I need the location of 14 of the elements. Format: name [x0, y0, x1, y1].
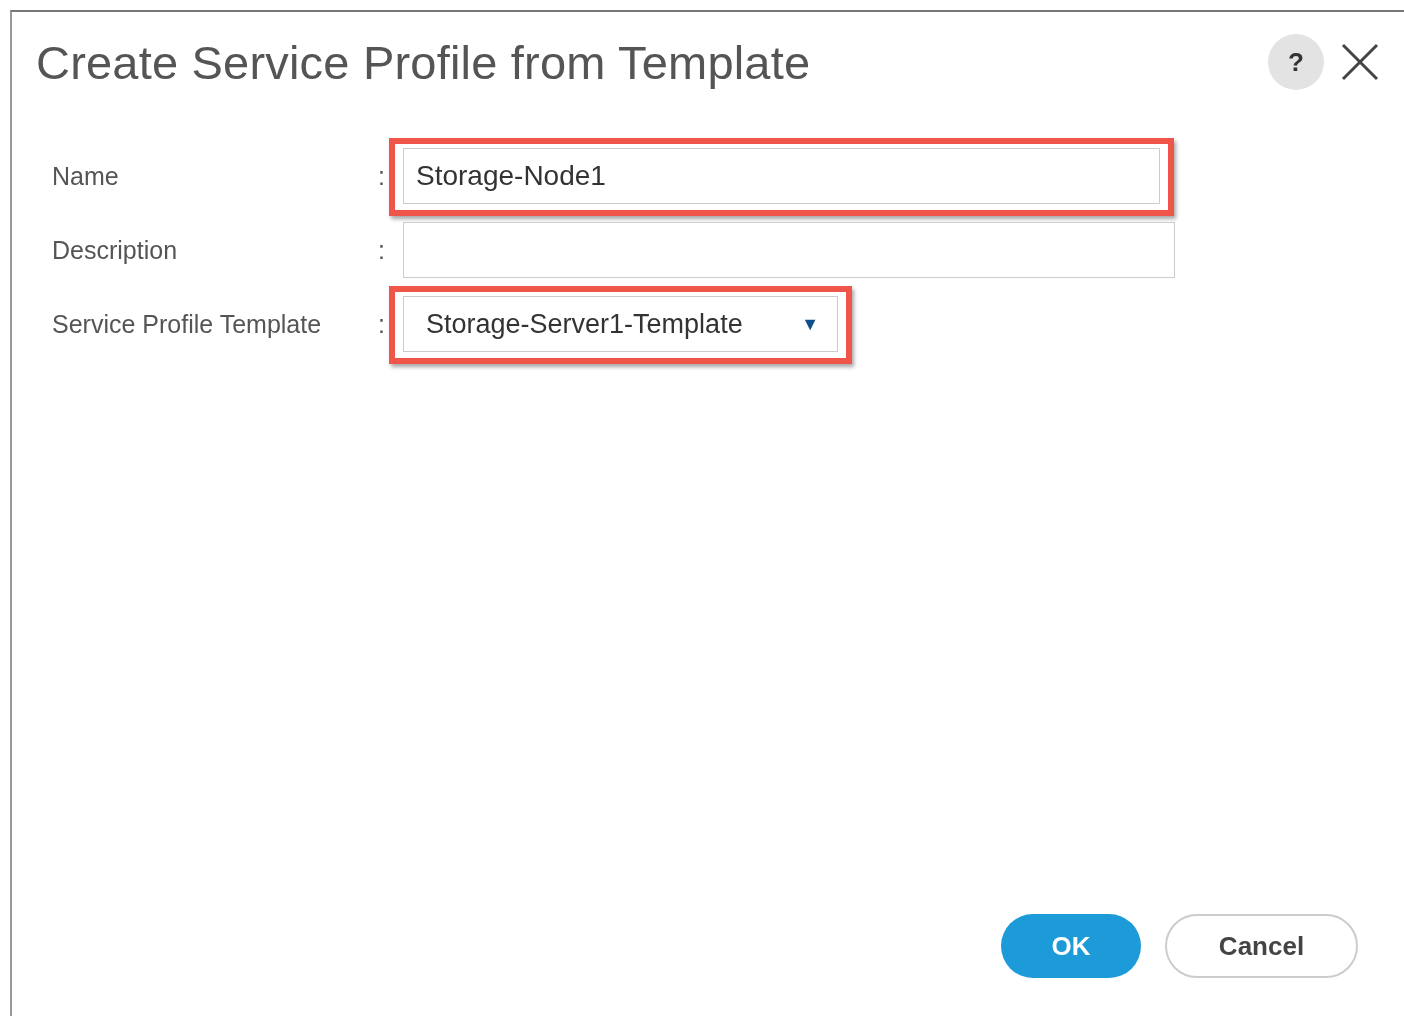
template-dropdown[interactable]: Storage-Server1-Template ▼ — [403, 296, 838, 352]
help-button[interactable]: ? — [1268, 34, 1324, 90]
cancel-button[interactable]: Cancel — [1165, 914, 1358, 978]
field-label: Name — [52, 161, 120, 191]
field-label: Service Profile Template — [52, 309, 323, 339]
text-input-field[interactable] — [403, 222, 1175, 278]
dialog-title: Create Service Profile from Template — [36, 34, 812, 90]
colon: : — [378, 309, 386, 339]
text-input-field[interactable]: Storage-Node1 — [403, 148, 1160, 204]
dropdown-arrow-icon: ▼ — [801, 313, 819, 335]
field-label: Description — [52, 235, 179, 265]
colon: : — [378, 161, 386, 191]
close-icon[interactable] — [1340, 42, 1380, 82]
colon: : — [378, 235, 386, 265]
